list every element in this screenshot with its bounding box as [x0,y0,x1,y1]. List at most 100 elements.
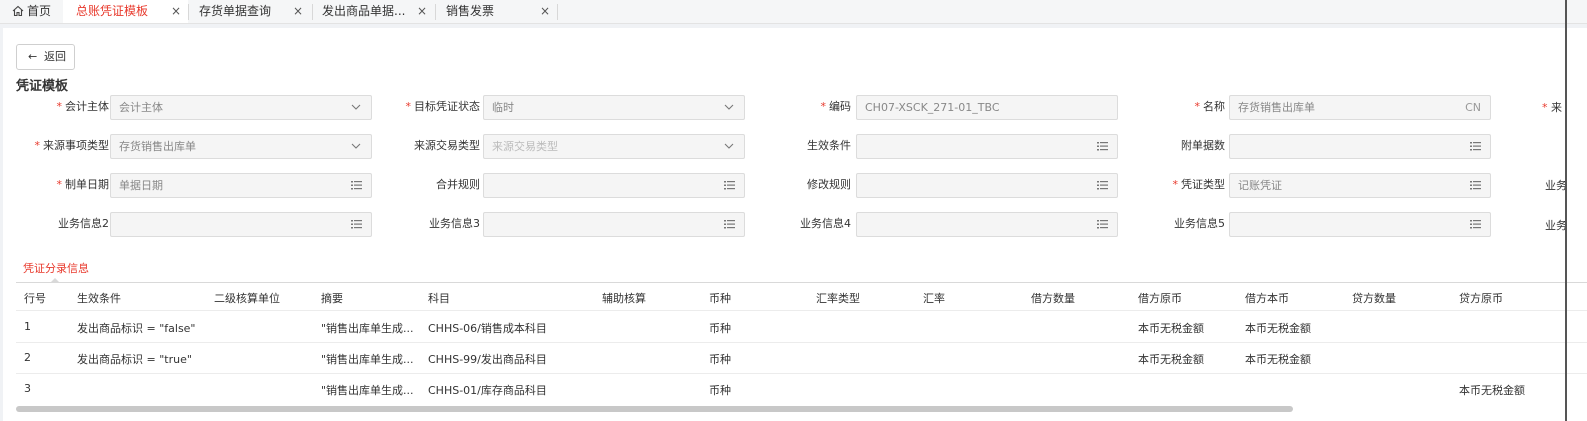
clipped-field-label: 业务 [1545,219,1567,232]
column-header[interactable]: 摘要 [321,290,343,306]
tab-general-ledger-template[interactable]: 总账凭证模板 × [63,0,188,23]
chevron-down-icon[interactable] [351,135,361,166]
reference-field[interactable] [1229,134,1491,159]
close-icon[interactable]: × [293,0,303,22]
list-icon[interactable] [351,213,362,244]
reference-field[interactable]: 单据日期 [110,173,372,198]
field-label-text: 合并规则 [436,178,480,191]
field-label: * 凭证类型 [1120,173,1226,197]
list-icon[interactable] [351,174,362,205]
close-icon[interactable]: × [171,0,181,22]
reference-field[interactable] [856,212,1118,237]
horizontal-scrollbar[interactable] [16,406,1293,412]
reference-field[interactable] [110,212,372,237]
select-field[interactable]: 存货销售出库单 [110,134,372,159]
list-icon[interactable] [1097,213,1108,244]
field-label: 业务信息4 [746,212,851,236]
tab-sales-invoice[interactable]: 销售发票 × [436,0,556,23]
table-cell: 本币无税金额 [1138,353,1204,366]
field-value: 存货销售出库单 [119,140,196,153]
list-icon[interactable] [1097,135,1108,166]
table-cell: 币种 [709,322,731,335]
tab-voucher-entries[interactable]: 凭证分录信息 [23,260,89,276]
row-divider [16,373,1587,374]
column-header[interactable]: 汇率 [923,290,945,306]
table-cell: CHHS-06/销售成本科目 [428,322,547,335]
chevron-down-icon[interactable] [724,135,734,166]
table-cell: CHHS-99/发出商品科目 [428,353,547,366]
reference-field[interactable] [483,212,745,237]
select-field[interactable]: 会计主体 [110,95,372,120]
field-label: 合并规则 [375,173,480,197]
list-icon[interactable] [1470,135,1481,166]
language-suffix[interactable]: CN [1465,96,1481,119]
table-cell: 币种 [709,384,731,397]
field-label: 业务信息5 [1120,212,1225,236]
column-header[interactable]: 借方数量 [1031,290,1075,306]
field-label-text: 凭证类型 [1181,178,1225,191]
back-button-label: 返回 [44,50,66,63]
close-icon[interactable]: × [540,0,550,22]
table-cell: 本币无税金额 [1245,353,1311,366]
column-header[interactable]: 贷方数量 [1352,290,1396,306]
column-header[interactable]: 币种 [709,290,731,306]
reference-field[interactable]: 记账凭证 [1229,173,1491,198]
table-cell: 2 [24,351,31,364]
text-field[interactable]: CH07-XSCK_271-01_TBC [856,95,1118,120]
tab-label: 首页 [27,4,52,18]
tab-home[interactable]: 首页 [0,0,62,23]
list-icon[interactable] [1470,174,1481,205]
list-icon[interactable] [1097,174,1108,205]
tab-separator [557,4,558,20]
table-cell: 本币无税金额 [1245,322,1311,335]
chevron-down-icon[interactable] [351,96,361,127]
tab-inventory-query[interactable]: 存货单据查询 × [189,0,310,23]
field-label-text: 编码 [829,100,851,113]
field-label: * 编码 [746,95,852,119]
close-icon[interactable]: × [417,0,427,22]
required-mark: * [1542,101,1548,114]
column-header[interactable]: 行号 [24,290,46,306]
table-cell: 1 [24,320,31,333]
field-label-text: 来源交易类型 [414,139,480,152]
home-icon [12,5,24,17]
field-label-text: 业务信息5 [1174,217,1225,230]
field-label-text: 业务信息2 [58,217,109,230]
field-value: 临时 [492,101,514,114]
active-tab-indicator [51,278,59,282]
field-label: * 制单日期 [4,173,110,197]
select-field[interactable]: 来源交易类型 [483,134,745,159]
select-field[interactable]: 临时 [483,95,745,120]
column-header[interactable]: 汇率类型 [816,290,860,306]
list-icon[interactable] [724,213,735,244]
column-header[interactable]: 科目 [428,290,450,306]
reference-field[interactable] [856,134,1118,159]
chevron-down-icon[interactable] [724,96,734,127]
list-icon[interactable] [724,174,735,205]
column-header[interactable]: 贷方原币 [1459,290,1503,306]
field-label-text: 会计主体 [65,100,109,113]
table-cell: 币种 [709,353,731,366]
field-value: 存货销售出库单 [1238,101,1315,114]
reference-field[interactable] [856,173,1118,198]
field-value: CH07-XSCK_271-01_TBC [865,101,1000,114]
column-header[interactable]: 借方原币 [1138,290,1182,306]
back-button[interactable]: ← 返回 [16,44,75,70]
column-header[interactable]: 辅助核算 [602,290,646,306]
required-mark: * [1172,178,1179,191]
required-mark: * [56,100,63,113]
tab-shipped-goods[interactable]: 发出商品单据... × [313,0,434,23]
field-label-text: 制单日期 [65,178,109,191]
field-label: 来源交易类型 [375,134,480,158]
column-header[interactable]: 生效条件 [77,290,121,306]
field-label-text: 来源事项类型 [43,139,109,152]
row-divider [16,310,1587,311]
reference-field[interactable] [1229,212,1491,237]
reference-field[interactable] [483,173,745,198]
column-header[interactable]: 二级核算单位 [214,290,280,306]
field-label-text: 目标凭证状态 [414,100,480,113]
list-icon[interactable] [1470,213,1481,244]
field-value: 会计主体 [119,101,163,114]
text-field[interactable]: 存货销售出库单 CN [1229,95,1491,120]
column-header[interactable]: 借方本币 [1245,290,1289,306]
